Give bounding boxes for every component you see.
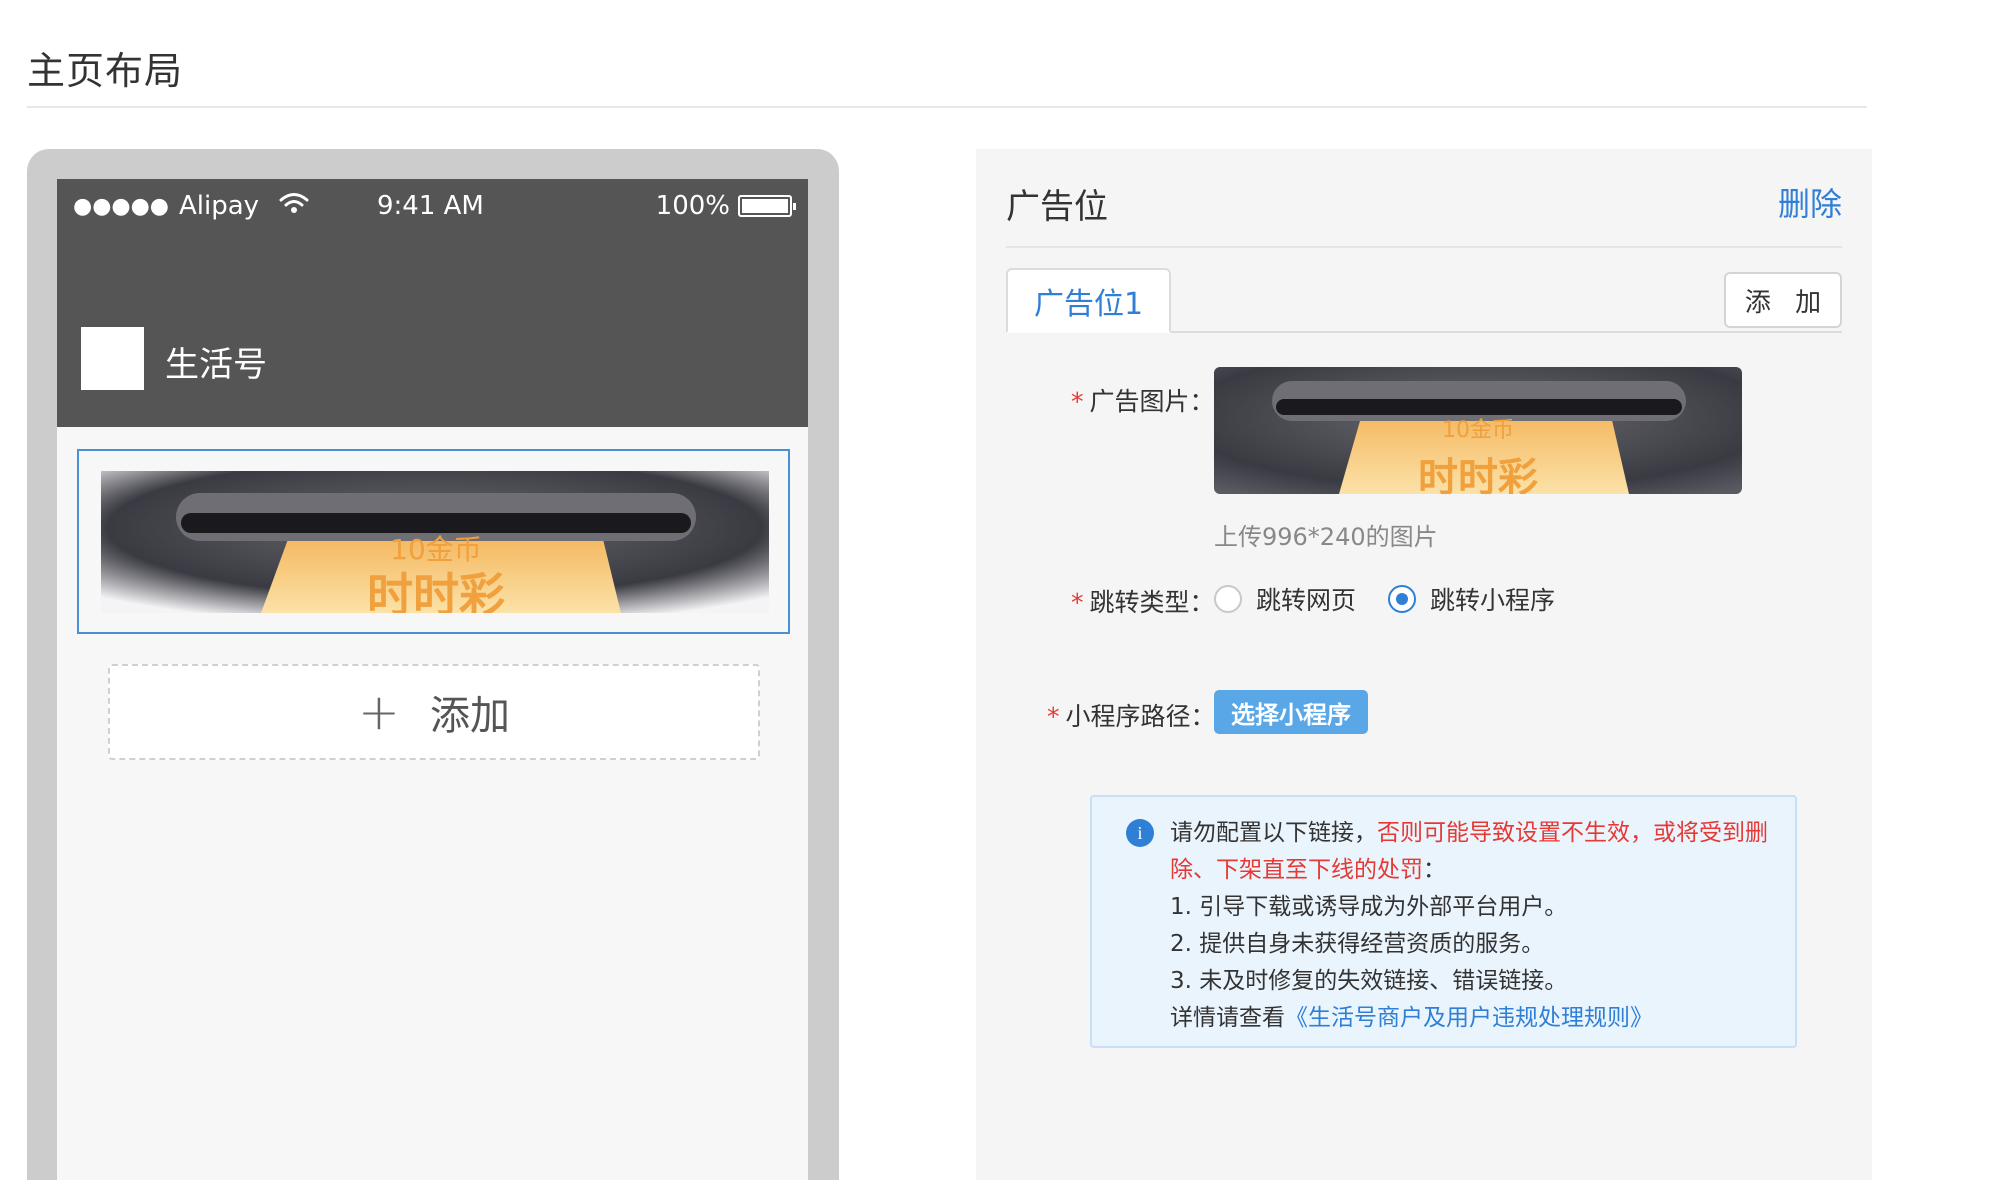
- add-tab-button[interactable]: 添 加: [1724, 272, 1842, 328]
- battery-icon: [738, 195, 796, 217]
- notice-text: 请勿配置以下链接，否则可能导致设置不生效，或将受到删除、下架直至下线的处罚： 1…: [1170, 815, 1780, 1037]
- ad-text-coins: 10金币: [390, 533, 482, 566]
- radio-circle-unchecked: [1214, 585, 1242, 613]
- tab-ad-slot-1[interactable]: 广告位1: [1006, 268, 1171, 333]
- upload-hint: 上传996*240的图片: [1214, 523, 1438, 551]
- info-icon: i: [1126, 819, 1154, 847]
- mini-program-path-label: * 小程序路径：: [1047, 702, 1216, 731]
- wifi-icon: [279, 191, 309, 221]
- jump-type-radio-group: 跳转网页 跳转小程序: [1214, 581, 1587, 617]
- panel-divider: [1006, 246, 1842, 248]
- required-mark: *: [1071, 387, 1084, 416]
- delete-button[interactable]: 删除: [1778, 179, 1842, 225]
- radio-webpage[interactable]: 跳转网页: [1214, 581, 1356, 617]
- ad-thumb-text-lottery: 时时彩: [1418, 455, 1538, 494]
- status-bar: ●●●●● Alipay 9:41 AM 100%: [57, 179, 808, 235]
- rules-link[interactable]: 《生活号商户及用户违规处理规则》: [1285, 1005, 1653, 1031]
- config-panel: 广告位 删除 广告位1 添 加 * 广告图片： 10金币 时时彩 上传996*2…: [976, 149, 1872, 1180]
- notice-item: 3. 未及时修复的失效链接、错误链接。: [1170, 968, 1568, 994]
- panel-title: 广告位: [1006, 187, 1108, 227]
- radio-mini-program[interactable]: 跳转小程序: [1388, 581, 1555, 617]
- carrier-name: Alipay: [178, 191, 260, 221]
- avatar: [81, 327, 144, 390]
- battery-percent: 100%: [655, 191, 730, 221]
- ad-image-thumbnail: 10金币 时时彩: [1214, 367, 1742, 494]
- title-divider: [27, 106, 1867, 108]
- select-mini-program-button[interactable]: 选择小程序: [1214, 690, 1368, 734]
- ad-text-lottery: 时时彩: [367, 568, 505, 613]
- phone-screen: ●●●●● Alipay 9:41 AM 100% 生活号 10金币 时时彩 +…: [57, 179, 808, 1180]
- plus-icon: +: [358, 683, 400, 741]
- ad-banner-image: 10金币 时时彩: [101, 471, 769, 613]
- radio-circle-checked: [1388, 585, 1417, 613]
- required-mark: *: [1071, 588, 1084, 617]
- signal-icon: ●●●●●: [73, 193, 169, 219]
- account-name: 生活号: [165, 345, 267, 385]
- ad-thumb-text-coins: 10金币: [1442, 418, 1514, 443]
- phone-header: ●●●●● Alipay 9:41 AM 100% 生活号: [57, 179, 808, 427]
- status-time: 9:41 AM: [377, 191, 484, 221]
- ad-image-upload[interactable]: 10金币 时时彩: [1214, 367, 1742, 494]
- notice-item: 2. 提供自身未获得经营资质的服务。: [1170, 931, 1545, 957]
- page-title: 主页布局: [27, 49, 184, 93]
- required-mark: *: [1047, 702, 1060, 731]
- ad-preview-box[interactable]: 10金币 时时彩: [77, 449, 790, 634]
- jump-type-label: * 跳转类型：: [1071, 588, 1215, 617]
- notice-item: 1. 引导下载或诱导成为外部平台用户。: [1170, 894, 1568, 920]
- add-module-label: 添加: [429, 693, 510, 739]
- add-module-button[interactable]: + 添加: [108, 664, 760, 760]
- ad-image-label: * 广告图片：: [1071, 387, 1215, 416]
- notice-box: i 请勿配置以下链接，否则可能导致设置不生效，或将受到删除、下架直至下线的处罚：…: [1090, 795, 1797, 1048]
